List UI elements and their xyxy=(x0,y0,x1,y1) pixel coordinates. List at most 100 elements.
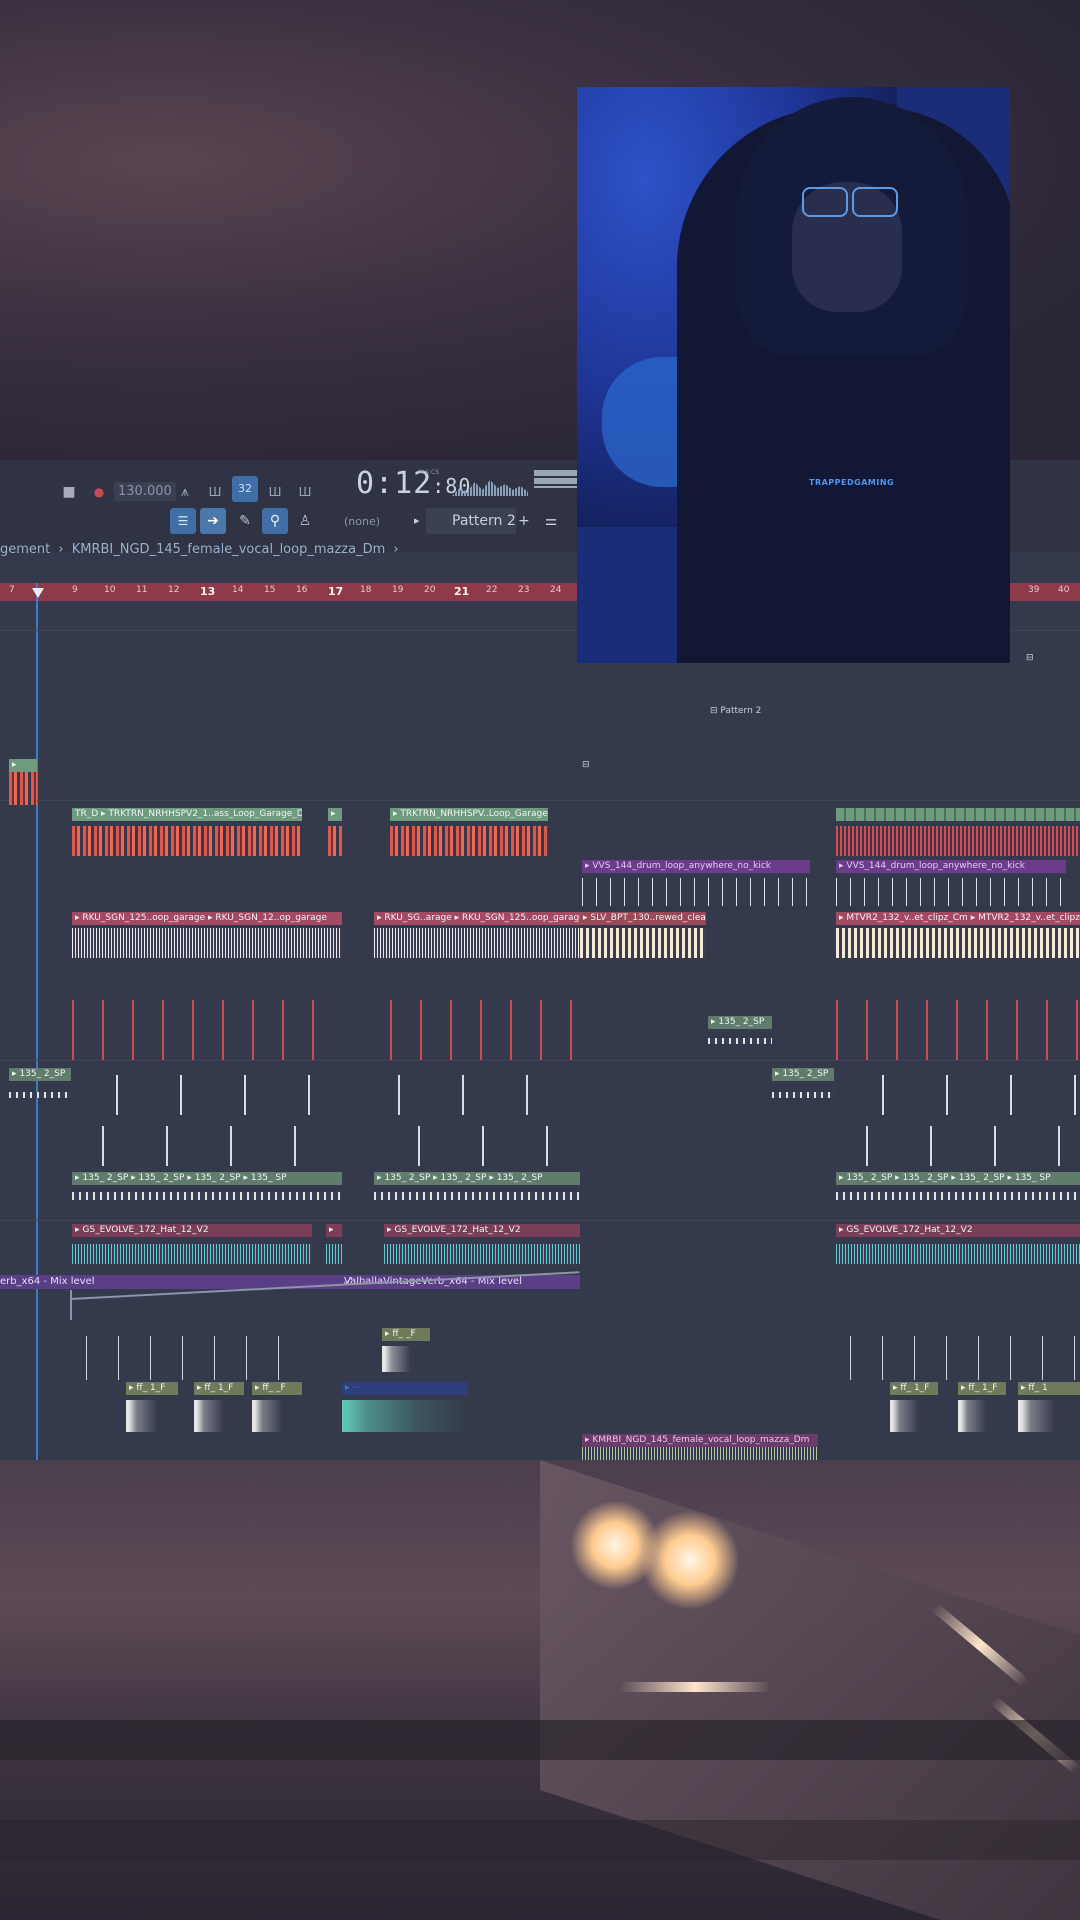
percussion-hits[interactable] xyxy=(90,1075,340,1115)
audio-clip[interactable]: ▸ RKU_SGN_125..oop_garage ▸ RKU_SGN_12..… xyxy=(72,912,342,958)
clip-label: 135_ 2_SP xyxy=(384,1173,431,1183)
audio-clip[interactable]: ▸ 135_ 2_SP ▸ 135_ 2_SP ▸ 135_ 2_SP ▸ 13… xyxy=(72,1172,342,1208)
audio-clip[interactable]: ▸ VVS_144_drum_loop_anywhere_no_kick xyxy=(836,860,1066,906)
ruler-tick: 24 xyxy=(550,585,562,595)
audio-clip[interactable]: ▸ ff_ 1 xyxy=(1018,1382,1080,1432)
audio-clip[interactable]: ▸ 135_ 2_SP ▸ 135_ 2_SP ▸ 135_ 2_SP xyxy=(374,1172,580,1208)
clip-header: ▸ ··· xyxy=(342,1382,468,1395)
audio-clip[interactable]: ▸ xyxy=(326,1224,342,1264)
mixer-icon[interactable]: ⚌ xyxy=(538,508,564,534)
kick-hits[interactable] xyxy=(390,1000,576,1060)
clip-header: ▸ 135_ 2_SP xyxy=(708,1016,772,1029)
audio-clip[interactable]: ▸ 135_ 2_SP ▸ 135_ 2_SP ▸ 135_ 2_SP ▸ 13… xyxy=(836,1172,1080,1208)
clip-label: SLV_BPT_130..rewed_clean xyxy=(590,913,706,923)
audio-clip[interactable]: ▸ 135_ 2_SP xyxy=(708,1016,772,1056)
playhead-marker-icon[interactable] xyxy=(32,588,44,598)
percussion-hits[interactable] xyxy=(392,1126,582,1166)
clip-waveform xyxy=(772,1092,834,1098)
pattern-selector[interactable]: Pattern 2 xyxy=(426,508,516,534)
clip-waveform xyxy=(9,772,37,805)
pattern-clip-label: Pattern 2 xyxy=(720,706,762,716)
pencil-icon[interactable]: ✎ xyxy=(232,508,258,534)
audio-clip[interactable]: ▸ 135_ 2_SP xyxy=(772,1068,834,1108)
clip-header: ▸ RKU_SGN_125..oop_garage ▸ RKU_SGN_12..… xyxy=(72,912,342,925)
clip-waveform xyxy=(328,826,342,856)
ruler-tick: 13 xyxy=(200,585,216,598)
clip-label: 135_ 2_SP xyxy=(846,1173,893,1183)
clip-label: GS_EVOLVE_172_Hat_12_V2 xyxy=(394,1225,521,1235)
clip-header: ▸ GS_EVOLVE_172_Hat_12_V2 xyxy=(384,1224,580,1237)
percussion-hits[interactable] xyxy=(840,1126,1080,1166)
audio-clip[interactable]: ▸ xyxy=(9,759,37,805)
clip-label: 135_ 2_SP xyxy=(194,1173,241,1183)
kick-hits[interactable] xyxy=(72,1000,342,1060)
audio-clip[interactable]: ▸ 135_ 2_SP xyxy=(9,1068,71,1108)
clip-header: ▸ ff_ 1_F xyxy=(890,1382,938,1395)
record-button[interactable]: ● xyxy=(86,479,112,505)
wait-input-icon[interactable]: Ш xyxy=(202,479,228,505)
clip-header: ▸ 135_ 2_SP ▸ 135_ 2_SP ▸ 135_ 2_SP ▸ 13… xyxy=(836,1172,1080,1185)
audio-clip[interactable]: ▸ ff_ 1_F xyxy=(194,1382,244,1432)
percussion-hits[interactable] xyxy=(76,1126,326,1166)
clip-label: ff_ 1_F xyxy=(968,1383,998,1393)
percussion-hits[interactable] xyxy=(372,1075,572,1115)
clip-label: ff_ 1_F xyxy=(204,1383,234,1393)
playhead-line[interactable] xyxy=(36,583,38,1460)
add-pattern-icon[interactable]: + xyxy=(518,513,530,529)
audio-clip[interactable]: ▸ xyxy=(328,808,342,856)
audio-clip[interactable]: ▸ GS_EVOLVE_172_Hat_12_V2 xyxy=(836,1224,1080,1264)
metronome-icon[interactable]: ⩚ xyxy=(172,479,198,505)
kick-hits[interactable] xyxy=(836,1000,1080,1060)
playlist-view-icon[interactable]: ☰ xyxy=(170,508,196,534)
audio-clip[interactable]: ▸ TRKTRN_NRHHSPV..Loop_Garage_D xyxy=(390,808,548,856)
play-arrow-icon[interactable]: ▸ xyxy=(414,514,420,527)
arrow-right-icon[interactable]: ➔ xyxy=(200,508,226,534)
percussion-hits[interactable] xyxy=(856,1075,1080,1115)
countdown-icon[interactable]: 32 xyxy=(232,476,258,502)
clip-label: GS_EVOLVE_172_Hat_12_V2 xyxy=(846,1225,973,1235)
audio-clip[interactable]: ▸ ff_ 1_F xyxy=(958,1382,1006,1432)
clip-header: ▸ ff_ _F xyxy=(382,1328,430,1341)
audio-clip[interactable] xyxy=(836,808,1080,856)
pattern-clip[interactable]: ⊟ xyxy=(1026,653,1034,663)
audio-clip[interactable]: ▸ ··· xyxy=(342,1382,468,1432)
snap-selector[interactable]: (none) xyxy=(344,515,380,528)
pattern-clip[interactable]: ⊟ Pattern 2 xyxy=(710,706,761,716)
blend-notes-icon[interactable]: Ш xyxy=(292,479,318,505)
clip-header: ▸ 135_ 2_SP xyxy=(9,1068,71,1081)
audio-clip[interactable]: ▸ RKU_SG..arage ▸ RKU_SGN_125..oop_garag… xyxy=(374,912,580,958)
clip-label: ff_ 1_F xyxy=(136,1383,166,1393)
audio-clip[interactable]: ▸ ff_ 1_F xyxy=(126,1382,178,1432)
audio-clip[interactable]: TR_D ▸ TRKTRN_NRHHSPV2_1..ass_Loop_Garag… xyxy=(72,808,302,856)
audio-clip[interactable]: ▸ MTVR2_132_v..et_clipz_Cm ▸ MTVR2_132_v… xyxy=(836,912,1080,958)
loop-record-icon[interactable]: Ш xyxy=(262,479,288,505)
audio-clip[interactable]: ▸ ff_ _F xyxy=(382,1328,430,1372)
lane-divider xyxy=(0,800,1080,801)
clip-waveform xyxy=(9,1092,71,1098)
clip-header: ▸ RKU_SG..arage ▸ RKU_SGN_125..oop_garag… xyxy=(374,912,580,925)
clip-waveform xyxy=(580,928,706,958)
audio-clip[interactable]: ▸ GS_EVOLVE_172_Hat_12_V2 xyxy=(72,1224,312,1264)
breadcrumb-file[interactable]: KMRBI_NGD_145_female_vocal_loop_mazza_Dm xyxy=(72,542,386,557)
percussion-hits[interactable] xyxy=(86,1336,306,1380)
audio-clip[interactable]: ▸ ff_ 1_F xyxy=(890,1382,938,1432)
audio-clip[interactable]: ▸ GS_EVOLVE_172_Hat_12_V2 xyxy=(384,1224,580,1264)
audio-clip[interactable]: ▸ ff_ _F xyxy=(252,1382,302,1432)
stop-button[interactable]: ■ xyxy=(56,479,82,505)
clip-waveform xyxy=(582,1447,818,1460)
tempo-display[interactable]: 130.000 xyxy=(114,482,176,501)
audio-clip[interactable]: ▸ KMRBI_NGD_145_female_vocal_loop_mazza_… xyxy=(582,1434,818,1460)
breadcrumb-prefix[interactable]: gement xyxy=(0,542,50,557)
link-icon[interactable]: ⚲ xyxy=(262,508,288,534)
ruler-tick: 19 xyxy=(392,585,404,595)
audio-clip[interactable]: ▸ SLV_BPT_130..rewed_clean xyxy=(580,912,706,958)
shirt-print-text: TRAPPEDGAMING xyxy=(809,478,895,487)
clip-waveform xyxy=(72,1192,342,1200)
stamp-icon[interactable]: ♙ xyxy=(292,508,318,534)
pattern-clip[interactable]: ⊟ xyxy=(582,760,590,770)
automation-curve xyxy=(70,1290,72,1320)
audio-clip[interactable]: ▸ VVS_144_drum_loop_anywhere_no_kick xyxy=(582,860,810,906)
clip-label: ff_ _F xyxy=(392,1329,416,1339)
percussion-hits[interactable] xyxy=(850,1336,1080,1380)
clip-label: ff_ 1 xyxy=(1028,1383,1048,1393)
